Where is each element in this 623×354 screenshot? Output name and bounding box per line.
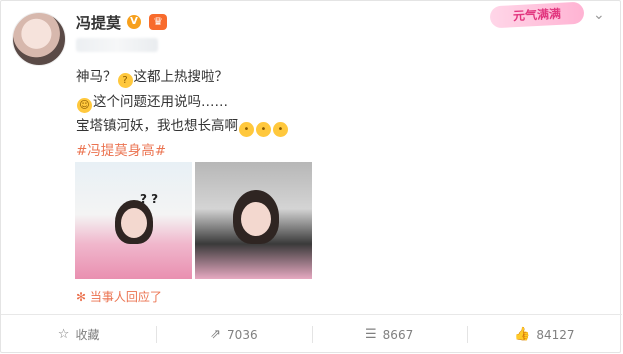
post-photo-2[interactable]: [195, 162, 312, 279]
favorite-label: 收藏: [75, 328, 100, 342]
pleading-emoji-icon: •: [239, 122, 254, 137]
thumbs-up-icon: 👍: [514, 327, 531, 342]
comment-count: 8667: [382, 327, 414, 342]
hashtag-link[interactable]: #冯提莫身高#: [76, 139, 166, 159]
action-bar: ☆ 收藏 ⇗ 7036 ☰ 8667 👍 84127: [1, 315, 622, 354]
star-icon: ☆: [57, 327, 70, 342]
repost-button[interactable]: ⇗ 7036: [156, 315, 311, 354]
verified-icon: V: [127, 15, 141, 29]
laughing-emoji-icon: ☺: [77, 98, 92, 113]
chevron-down-icon[interactable]: ⌄: [593, 8, 607, 22]
photo1-face: [121, 208, 147, 238]
post-text-line3: 宝塔镇河妖，我也想长高啊: [76, 118, 238, 134]
repost-icon: ⇗: [210, 327, 222, 342]
post-text-line-2: ☺ 这个问题还用说吗……: [76, 90, 228, 113]
user-name[interactable]: 冯提莫: [76, 12, 121, 33]
like-count: 84127: [536, 327, 575, 342]
question-marks: ? ?: [140, 192, 159, 206]
pleading-emoji-icon: •: [256, 122, 271, 137]
photo2-face: [241, 202, 271, 236]
member-crown-icon[interactable]: ♛: [149, 14, 167, 30]
reply-note-text: 当事人回应了: [89, 290, 162, 304]
post-text-line2: 这个问题还用说吗……: [93, 94, 228, 110]
post-photo-1[interactable]: ? ?: [75, 162, 192, 279]
reply-note[interactable]: ✻ 当事人回应了: [76, 288, 162, 305]
repost-count: 7036: [227, 327, 258, 342]
post-text-line1-b: 这都上热搜啦？: [133, 69, 229, 85]
comment-icon: ☰: [365, 327, 377, 342]
favorite-button[interactable]: ☆ 收藏: [1, 315, 156, 354]
post-text-line1-a: 神马？: [76, 69, 117, 85]
post-text-line-1: 神马？? 这都上热搜啦？: [76, 65, 228, 88]
thinking-emoji-icon: ?: [117, 73, 133, 88]
decor-badge: 元气满满: [489, 1, 585, 29]
pleading-emoji-icon: •: [273, 122, 288, 137]
avatar[interactable]: [12, 12, 66, 66]
like-button[interactable]: 👍 84127: [466, 315, 622, 354]
post-meta-blurred: [76, 38, 158, 52]
flower-icon: ✻: [76, 290, 87, 304]
post-text-line-3: 宝塔镇河妖，我也想长高啊 • • •: [76, 114, 289, 137]
weibo-post-card: 冯提莫 V ♛ 元气满满 ⌄ 神马？? 这都上热搜啦？ ☺ 这个问题还用说吗…… 宝…: [0, 0, 622, 354]
comment-button[interactable]: ☰ 8667: [311, 315, 467, 354]
